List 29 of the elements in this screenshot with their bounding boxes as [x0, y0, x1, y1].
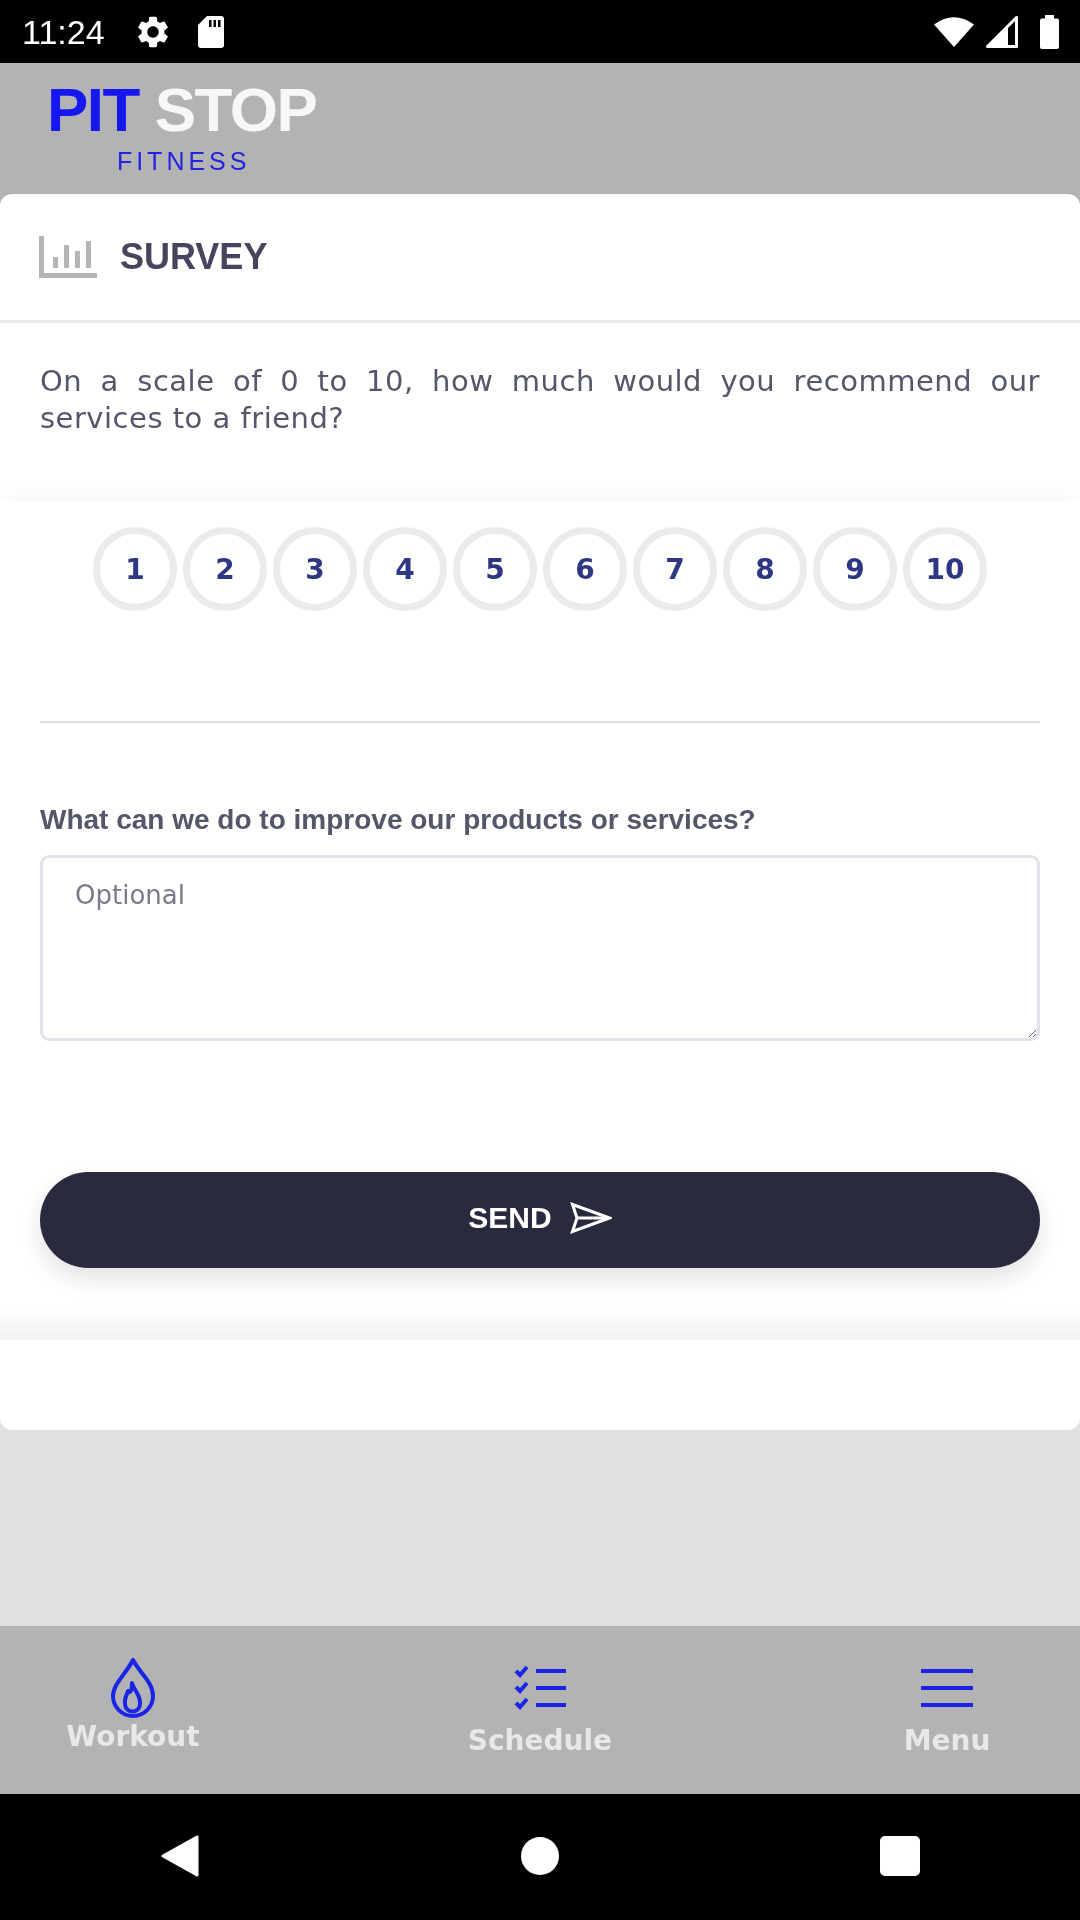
- logo-wordmark: PIT STOP: [47, 79, 317, 141]
- rating-option[interactable]: 5: [453, 527, 537, 611]
- battery-icon: [1040, 14, 1059, 49]
- rating-option[interactable]: 2: [183, 527, 267, 611]
- checklist-icon: [514, 1665, 566, 1711]
- status-time: 11:24: [22, 14, 105, 49]
- rating-option[interactable]: 6: [543, 527, 627, 611]
- feedback-label: What can we do to improve our products or services?: [40, 803, 757, 837]
- rating-option[interactable]: 8: [723, 527, 807, 611]
- sd-card-icon: [197, 15, 224, 48]
- survey-title: SURVEY: [120, 239, 268, 275]
- rating-option[interactable]: 3: [273, 527, 357, 611]
- flame-icon: [111, 1658, 155, 1718]
- rating-option[interactable]: 4: [363, 527, 447, 611]
- send-icon: [569, 1202, 612, 1234]
- signal-icon: [986, 15, 1018, 48]
- rating-option[interactable]: 1: [93, 527, 177, 611]
- feedback-field[interactable]: Optional: [40, 855, 1040, 1041]
- send-button[interactable]: SEND: [40, 1172, 1040, 1268]
- rating-option[interactable]: 7: [633, 527, 717, 611]
- home-icon[interactable]: [521, 1837, 559, 1875]
- rating-option[interactable]: 9: [813, 527, 897, 611]
- wifi-icon: [934, 16, 974, 47]
- back-icon[interactable]: [161, 1835, 199, 1877]
- logo-tagline: FITNESS: [115, 147, 251, 175]
- rating-option[interactable]: 10: [903, 527, 987, 611]
- menu-icon: [921, 1669, 973, 1707]
- question-text: On a scale of 0 to 10, how much would you recommend our services to a friend?: [39, 363, 1041, 437]
- bar-chart-icon: [39, 236, 97, 278]
